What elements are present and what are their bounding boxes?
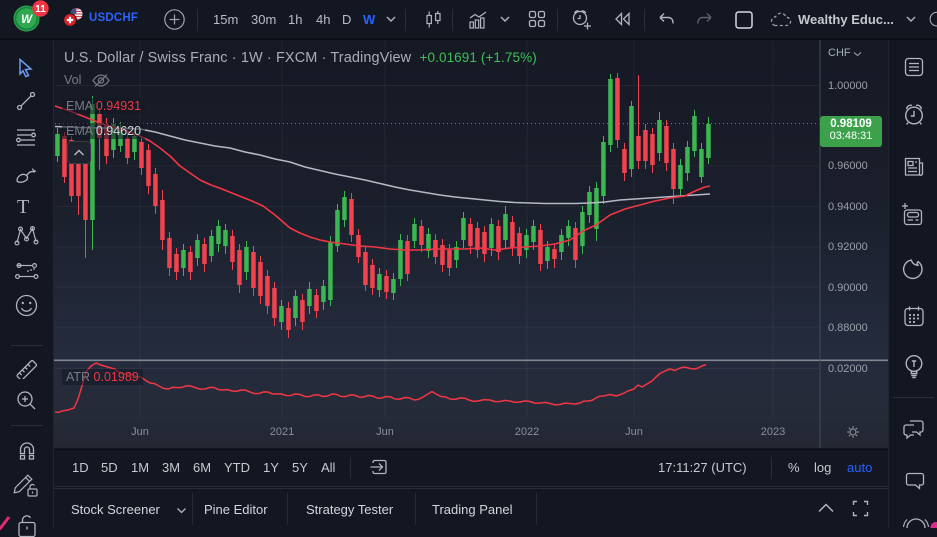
svg-text:Jun: Jun — [625, 426, 643, 438]
svg-text:W: W — [21, 14, 33, 26]
svg-text:2023: 2023 — [761, 426, 785, 438]
svg-text:Jun: Jun — [131, 426, 149, 438]
svg-text:Jun: Jun — [376, 426, 394, 438]
svg-text:11: 11 — [35, 4, 46, 15]
svg-text:2021: 2021 — [270, 426, 294, 438]
svg-text:2022: 2022 — [515, 426, 539, 438]
